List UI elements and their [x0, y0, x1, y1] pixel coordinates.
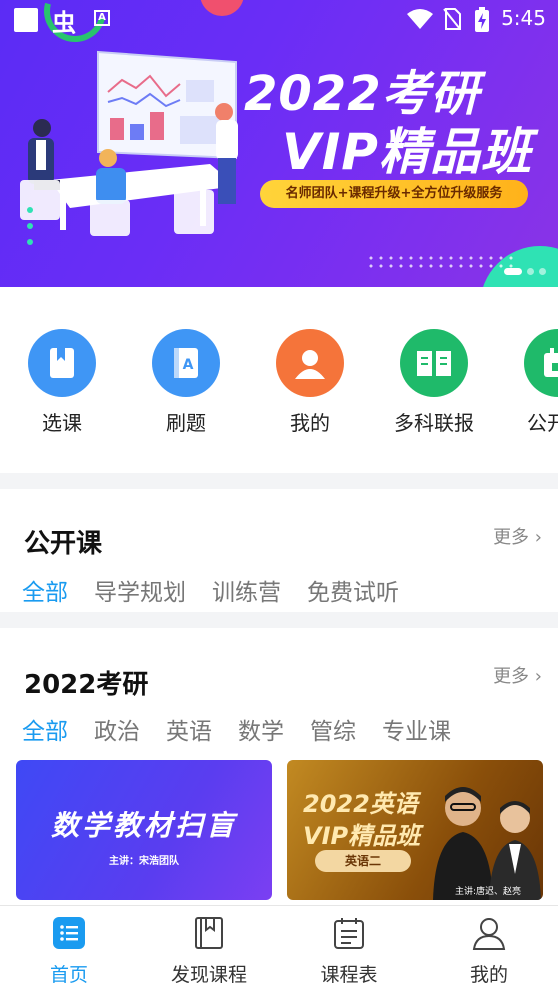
- course-card-title: 数学教材扫盲: [50, 809, 237, 842]
- office-illustration: [20, 50, 238, 245]
- tab-label: 首页: [49, 964, 88, 986]
- course-card-math[interactable]: 数学教材扫盲 主讲：宋浩团队: [16, 760, 272, 900]
- carousel-dot-active[interactable]: [504, 268, 522, 275]
- lecturer-photos: [433, 787, 541, 900]
- quick-nav-multi-subject[interactable]: 多科联报: [379, 329, 489, 436]
- book-icon: [28, 329, 96, 397]
- profile-icon: [472, 918, 506, 950]
- section-divider: [0, 473, 558, 489]
- tab-all[interactable]: 全部: [22, 573, 68, 607]
- tab-discover-courses[interactable]: 发现课程: [149, 916, 269, 987]
- app-screen: 2022考研 VIP精品班 名师团队+课程升级+全方位升级服务 虫 A 5:45: [0, 0, 558, 992]
- banner-title-line2: VIP精品班: [282, 123, 532, 181]
- tab-home[interactable]: 首页: [9, 916, 129, 987]
- quick-nav-label: 刷题: [166, 411, 206, 435]
- quick-nav-mine[interactable]: 我的: [255, 329, 365, 436]
- promo-banner[interactable]: 2022考研 VIP精品班 名师团队+课程升级+全方位升级服务: [0, 0, 558, 287]
- open-courses-section: 公开课 更多 › 全部 导学规划 训练营 免费试听: [0, 489, 558, 612]
- tab-major[interactable]: 专业课: [382, 712, 451, 746]
- quick-nav: 选课 A 刷题 我的 多科联报 公开: [0, 287, 558, 473]
- chevron-right-icon: ›: [534, 527, 542, 548]
- tab-mine[interactable]: 我的: [429, 916, 549, 987]
- banner-dot-pattern: [366, 254, 516, 270]
- more-link[interactable]: 更多 ›: [493, 523, 542, 549]
- carousel-indicator[interactable]: [504, 268, 546, 275]
- quick-nav-label: 多科联报: [394, 411, 474, 435]
- open-book-icon: [400, 329, 468, 397]
- section-title: 2022考研: [24, 670, 149, 700]
- tab-study-plan[interactable]: 导学规划: [94, 573, 186, 607]
- clipboard-icon: [334, 918, 364, 949]
- course-card-english[interactable]: 2022英语 VIP精品班 英语二 主讲:唐迟、赵亮: [287, 760, 543, 900]
- svg-text:A: A: [183, 357, 194, 373]
- exercise-book-icon: A: [152, 329, 220, 397]
- open-courses-tabs: 全部 导学规划 训练营 免费试听: [22, 573, 399, 607]
- quick-nav-label: 公开: [527, 411, 558, 435]
- banner-tagline: 名师团队+课程升级+全方位升级服务: [260, 180, 528, 208]
- more-link-label: 更多: [493, 666, 530, 687]
- quick-nav-open-class[interactable]: 公开: [503, 329, 558, 436]
- tab-english[interactable]: 英语: [166, 712, 212, 746]
- tab-management[interactable]: 管综: [310, 712, 356, 746]
- section-title: 公开课: [24, 529, 103, 559]
- course-card-title-line1: 2022英语: [303, 790, 418, 818]
- app-notification-icon: A: [94, 10, 110, 26]
- tab-all[interactable]: 全部: [22, 712, 68, 746]
- tab-free-trial[interactable]: 免费试听: [307, 573, 399, 607]
- more-link[interactable]: 更多 ›: [493, 662, 542, 688]
- user-icon: [276, 329, 344, 397]
- bottom-tab-bar: 首页 发现课程 课程表 我的: [0, 905, 558, 992]
- bookmark-book-icon: [195, 917, 223, 949]
- quick-nav-label: 我的: [290, 411, 330, 435]
- status-bar: 虫 A 5:45: [0, 0, 558, 54]
- tab-math[interactable]: 数学: [238, 712, 284, 746]
- quick-nav-select-course[interactable]: 选课: [7, 329, 117, 436]
- chevron-right-icon: ›: [534, 666, 542, 687]
- tab-label: 课程表: [320, 964, 378, 986]
- bug-notification-icon: 虫: [52, 9, 76, 37]
- notification-square-icon: [14, 8, 38, 32]
- course-card-title-line2: VIP精品班: [303, 822, 421, 850]
- carousel-dot[interactable]: [527, 268, 534, 275]
- course-card-lecturer: 主讲：宋浩团队: [109, 856, 179, 867]
- tab-politics[interactable]: 政治: [94, 712, 140, 746]
- calendar-icon: [524, 329, 558, 397]
- tab-schedule[interactable]: 课程表: [289, 916, 409, 987]
- tab-label: 发现课程: [170, 964, 247, 986]
- more-link-label: 更多: [493, 527, 530, 548]
- wifi-icon: [407, 9, 433, 29]
- section-divider: [0, 612, 558, 628]
- exam2022-tabs: 全部 政治 英语 数学 管综 专业课: [22, 712, 451, 746]
- course-card-badge: 英语二: [315, 850, 411, 872]
- no-sim-icon: [443, 8, 461, 30]
- home-list-icon: [53, 917, 85, 949]
- status-time: 5:45: [501, 6, 546, 30]
- battery-charging-icon: [475, 7, 489, 32]
- quick-nav-label: 选课: [42, 411, 82, 435]
- quick-nav-exercises[interactable]: A 刷题: [131, 329, 241, 436]
- tab-label: 我的: [469, 964, 508, 986]
- course-card-lecturer: 主讲:唐迟、赵亮: [454, 887, 521, 897]
- carousel-dot[interactable]: [539, 268, 546, 275]
- tab-training-camp[interactable]: 训练营: [212, 573, 281, 607]
